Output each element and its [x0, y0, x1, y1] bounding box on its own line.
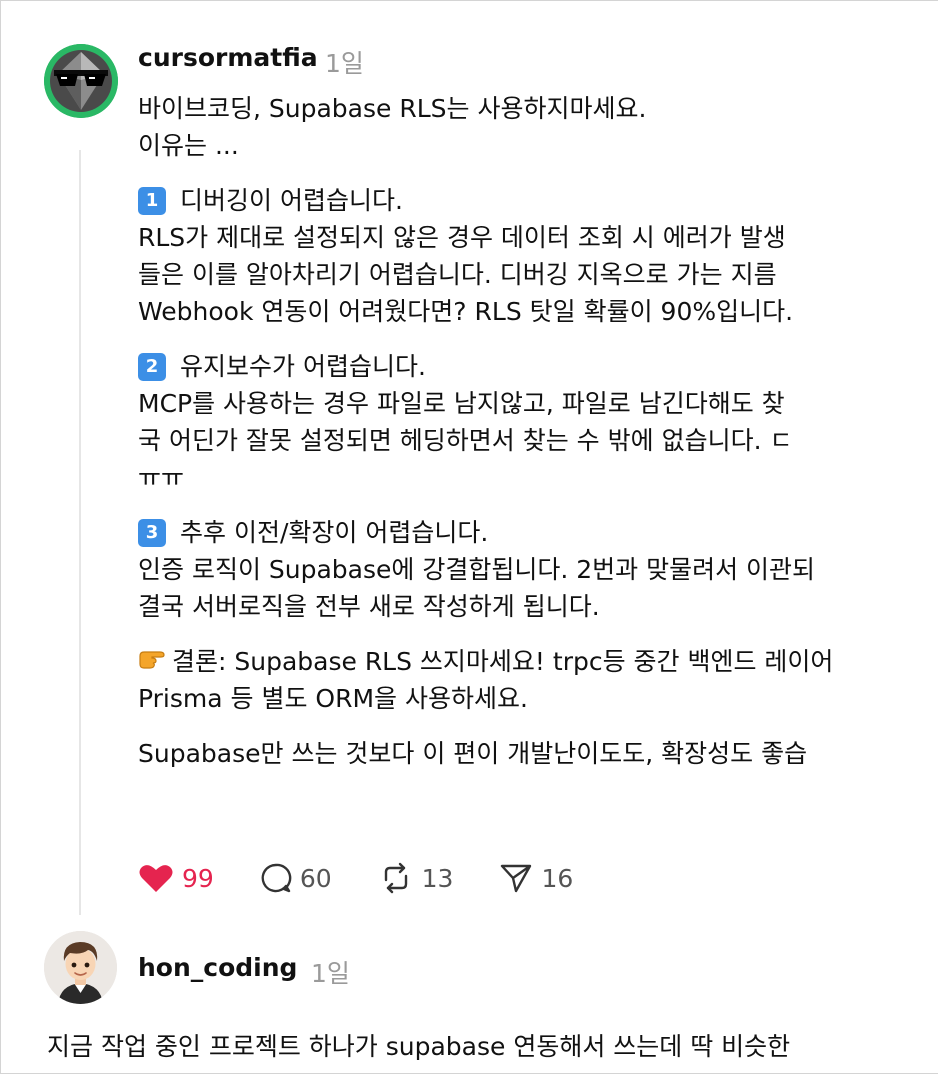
repost-count: 13	[421, 863, 454, 893]
post-username[interactable]: cursormatfia	[138, 43, 318, 72]
keycap-1-icon: 1	[138, 187, 166, 215]
comment-bubble-icon	[261, 863, 292, 893]
section-title-text: 유지보수가 어렵습니다.	[180, 352, 426, 381]
post-line: Webhook 연동이 어려웠다면? RLS 탓일 확률이 90%입니다.	[138, 297, 794, 326]
keycap-3-icon: 3	[138, 519, 166, 547]
post-line: 국 어딘가 잘못 설정되면 헤딩하면서 찾는 수 밖에 없습니다. ㄷ	[138, 426, 793, 455]
comment-count: 60	[299, 863, 332, 893]
repost-icon	[384, 862, 407, 894]
send-icon	[501, 864, 532, 893]
post-line: RLS가 제대로 설정되지 않은 경우 데이터 조회 시 에러가 발생	[138, 223, 786, 252]
post-line: 바이브코딩, Supabase RLS는 사용하지마세요.	[138, 94, 647, 123]
post-line: 결국 서버로직을 전부 새로 작성하게 됩니다.	[138, 592, 600, 621]
post-line: 들은 이를 알아차리기 어렵습니다. 디버깅 지옥으로 가는 지름	[138, 260, 777, 289]
section-title-text: 디버깅이 어렵습니다.	[180, 186, 403, 215]
post-body: 바이브코딩, Supabase RLS는 사용하지마세요. 이유는 ... 1디…	[138, 90, 939, 772]
reply-body: 지금 작업 중인 프로젝트 하나가 supabase 연동해서 쓰는데 딱 비슷…	[47, 1032, 791, 1061]
thread-connector-line	[79, 150, 81, 915]
post-line: 이유는 ...	[138, 131, 239, 160]
repost-button[interactable]: 13	[378, 862, 454, 894]
post-line: 인증 로직이 Supabase에 강결합됩니다. 2번과 맞물려서 이관되	[138, 555, 816, 584]
sunglasses-avatar-icon	[44, 44, 118, 118]
comment-button[interactable]: 60	[260, 862, 332, 894]
section-1-title: 1 디버깅이 어렵습니다.	[138, 182, 939, 219]
section-2-title: 2 유지보수가 어렵습니다.	[138, 348, 939, 385]
conclusion-line: 결론: Supabase RLS 쓰지마세요! trpc등 중간 백엔드 레이어	[138, 643, 939, 680]
reply-author-avatar[interactable]	[44, 931, 117, 1004]
post-timestamp[interactable]: 1일	[325, 44, 364, 80]
like-count: 99	[182, 863, 214, 893]
conclusion-text: 결론: Supabase RLS 쓰지마세요! trpc등 중간 백엔드 레이어	[172, 647, 834, 676]
post-line: Supabase만 쓰는 것보다 이 편이 개발난이도도, 확장성도 좋습	[138, 739, 808, 768]
post-line: MCP를 사용하는 경우 파일로 남지않고, 파일로 남긴다해도 찾	[138, 389, 785, 418]
author-avatar[interactable]	[44, 44, 118, 118]
cartoon-person-avatar-icon	[44, 931, 117, 1004]
section-title-text: 추후 이전/확장이 어렵습니다.	[180, 518, 489, 547]
like-button[interactable]: 99	[138, 862, 214, 894]
pointing-hand-emoji	[138, 643, 172, 680]
post-line: Prisma 등 별도 ORM을 사용하세요.	[138, 684, 528, 713]
share-button[interactable]: 16	[499, 862, 573, 894]
reply-timestamp[interactable]: 1일	[311, 954, 350, 990]
section-3-title: 3 추후 이전/확장이 어렵습니다.	[138, 514, 939, 551]
post-line: ㅠㅠ	[138, 463, 185, 492]
post-actions: 99 60 13 16	[138, 858, 619, 898]
heart-icon	[139, 865, 173, 892]
reply-username[interactable]: hon_coding	[138, 953, 297, 982]
share-count: 16	[541, 863, 574, 893]
keycap-2-icon: 2	[138, 353, 166, 381]
